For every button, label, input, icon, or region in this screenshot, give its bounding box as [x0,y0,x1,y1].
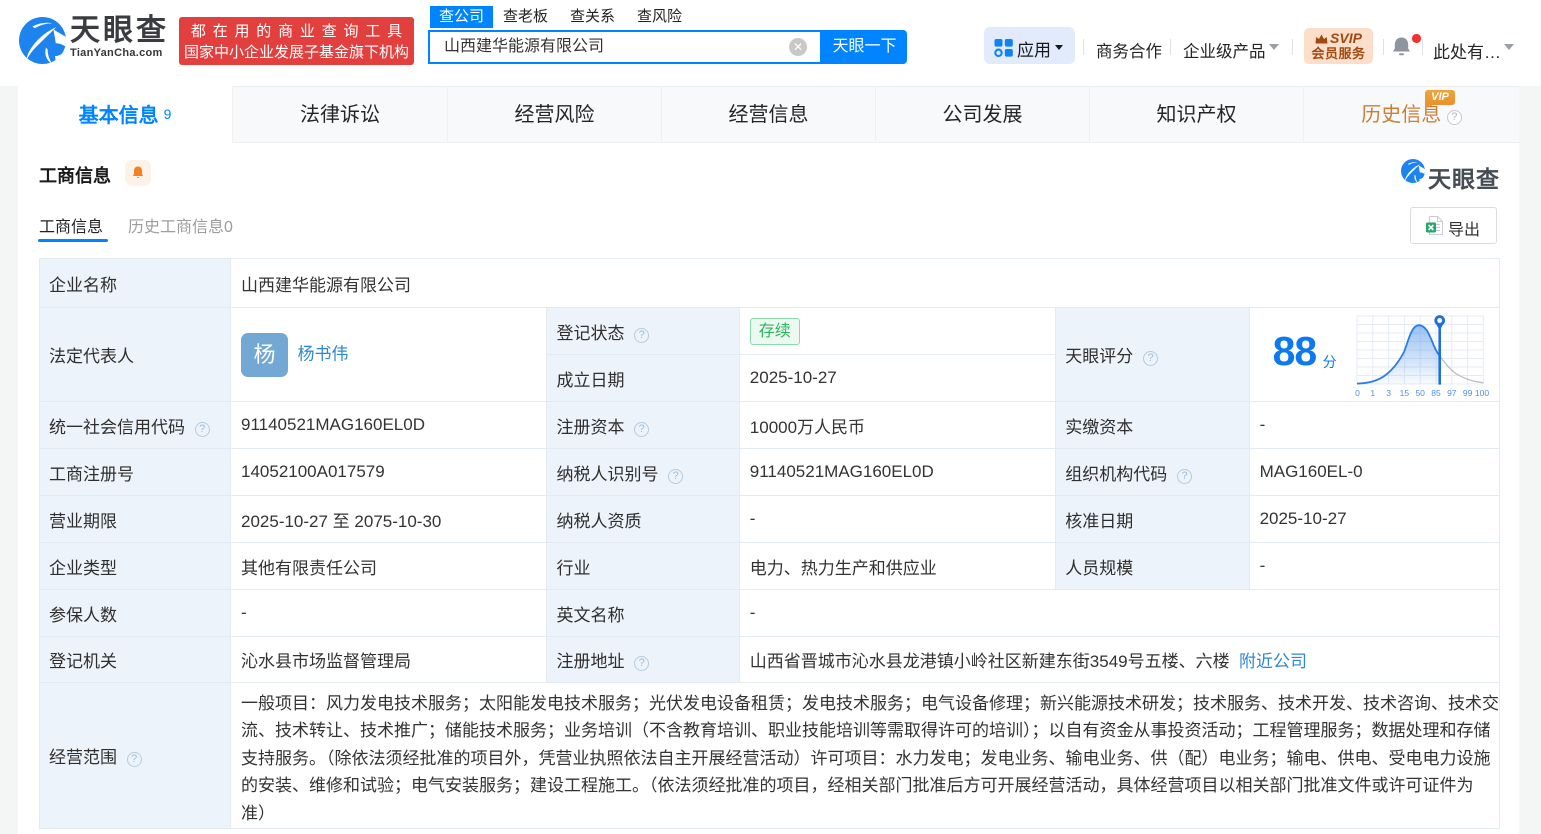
svg-text:15: 15 [1399,388,1409,398]
svg-text:100: 100 [1474,388,1488,398]
svg-text:0: 0 [1355,388,1360,398]
svg-text:85: 85 [1431,388,1441,398]
svg-text:97: 97 [1447,388,1457,398]
svg-text:1: 1 [1370,388,1375,398]
svg-text:99: 99 [1462,388,1472,398]
svg-text:50: 50 [1415,388,1425,398]
svg-text:3: 3 [1386,388,1391,398]
